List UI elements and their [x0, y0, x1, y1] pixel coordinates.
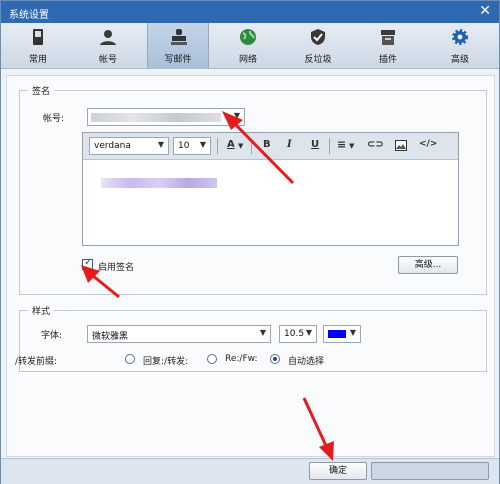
- shield-icon: [311, 29, 325, 45]
- check-icon: ✓: [84, 257, 93, 268]
- divider: [251, 138, 252, 154]
- chevron-down-icon: ▼: [199, 140, 206, 149]
- size-value: 10.5: [284, 329, 305, 339]
- divider: [329, 138, 330, 154]
- font-value: verdana: [94, 141, 131, 151]
- underline-button[interactable]: U: [311, 139, 319, 150]
- tab-plugins[interactable]: 插件: [357, 23, 419, 69]
- style-group-title: 样式: [28, 304, 55, 317]
- close-icon[interactable]: ✕: [479, 3, 491, 19]
- reply-prefix-label: /转发前缀:: [15, 357, 58, 367]
- bold-button[interactable]: B: [263, 139, 271, 150]
- align-icon[interactable]: ≡: [337, 138, 346, 151]
- tab-label: 反垃圾: [304, 55, 332, 65]
- signature-editor: verdana ▼ 10 ▼ A ▼ B I U ≡ ▼ ⊂⊃ </>: [82, 132, 459, 246]
- phone-icon: [33, 29, 43, 45]
- prefix-option-label: Re:/Fw:: [225, 354, 258, 364]
- tab-label: 网络: [238, 55, 257, 65]
- size-select[interactable]: 10 ▼: [173, 137, 211, 155]
- tab-network[interactable]: 网络: [217, 23, 279, 69]
- signature-group-title: 签名: [28, 84, 55, 97]
- window-title: 系统设置: [9, 10, 49, 21]
- account-select[interactable]: ▼: [87, 108, 245, 126]
- tab-common[interactable]: 常用: [7, 23, 69, 69]
- default-size-select[interactable]: 10.5 ▼: [279, 325, 317, 343]
- chevron-down-icon: ▼: [233, 111, 240, 120]
- chevron-down-icon: ▼: [259, 328, 266, 337]
- prefix-option-english[interactable]: [207, 354, 217, 364]
- chevron-down-icon: ▼: [349, 328, 356, 337]
- color-swatch: [328, 330, 346, 338]
- default-color-select[interactable]: ▼: [323, 325, 361, 343]
- account-label: 帐号:: [43, 114, 65, 124]
- prefix-option-auto[interactable]: [270, 354, 280, 364]
- italic-button[interactable]: I: [287, 139, 292, 150]
- toolbar: 常用 帐号 写邮件 网络 反垃圾 插件 高级: [1, 23, 499, 69]
- tab-account[interactable]: 帐号: [77, 23, 139, 69]
- tab-label: 常用: [28, 55, 47, 65]
- prefix-option-label: 自动选择: [288, 357, 325, 367]
- font-select[interactable]: verdana ▼: [89, 137, 169, 155]
- tab-label: 帐号: [98, 55, 117, 65]
- size-value: 10: [178, 141, 190, 151]
- code-icon[interactable]: </>: [419, 139, 437, 149]
- ok-button[interactable]: 确定: [309, 462, 367, 480]
- globe-icon: [240, 29, 256, 45]
- text-color-button[interactable]: A: [227, 139, 235, 150]
- font-value: 微软雅黑: [92, 332, 129, 342]
- font-label: 字体:: [41, 331, 63, 341]
- tab-label: 插件: [378, 55, 397, 65]
- default-font-select[interactable]: 微软雅黑 ▼: [87, 325, 271, 343]
- tab-advanced[interactable]: 高级: [429, 23, 491, 69]
- advanced-button[interactable]: 高级...: [398, 256, 458, 274]
- prefix-option-label: 回复:/转发:: [143, 357, 189, 367]
- settings-window: 系统设置 ✕ 常用 帐号 写邮件 网络 反垃圾 插件 高级 签名 帐号: ▼ v…: [0, 0, 500, 484]
- cancel-button[interactable]: [371, 462, 489, 480]
- settings-panel: 签名 帐号: ▼ verdana ▼ 10 ▼ A ▼ B I U ≡ ▼ ⊂⊃…: [6, 75, 495, 457]
- link-icon[interactable]: ⊂⊃: [367, 139, 384, 150]
- chevron-down-icon: ▼: [305, 328, 312, 337]
- enable-signature-label: 启用签名: [98, 263, 135, 273]
- tab-label: 写邮件: [164, 55, 192, 65]
- footer-bar: 确定: [1, 458, 499, 484]
- plugin-icon: [381, 30, 395, 45]
- enable-signature-checkbox[interactable]: ✓: [82, 257, 93, 270]
- blurred-account: [91, 113, 221, 122]
- image-icon[interactable]: [395, 140, 407, 151]
- title-bar: 系统设置 ✕: [1, 1, 499, 23]
- chevron-down-icon[interactable]: ▼: [349, 142, 354, 150]
- blurred-signature-text: [101, 178, 217, 188]
- chevron-down-icon[interactable]: ▼: [238, 142, 243, 150]
- stamp-icon: [171, 29, 187, 45]
- chevron-down-icon: ▼: [157, 140, 164, 149]
- editor-toolbar: verdana ▼ 10 ▼ A ▼ B I U ≡ ▼ ⊂⊃ </>: [83, 133, 458, 160]
- prefix-option-chinese[interactable]: [125, 354, 135, 364]
- tab-compose[interactable]: 写邮件: [147, 23, 209, 69]
- tab-label: 高级: [450, 55, 469, 65]
- tab-antispam[interactable]: 反垃圾: [287, 23, 349, 69]
- gear-icon: [452, 29, 468, 45]
- divider: [217, 138, 218, 154]
- user-icon: [100, 30, 116, 45]
